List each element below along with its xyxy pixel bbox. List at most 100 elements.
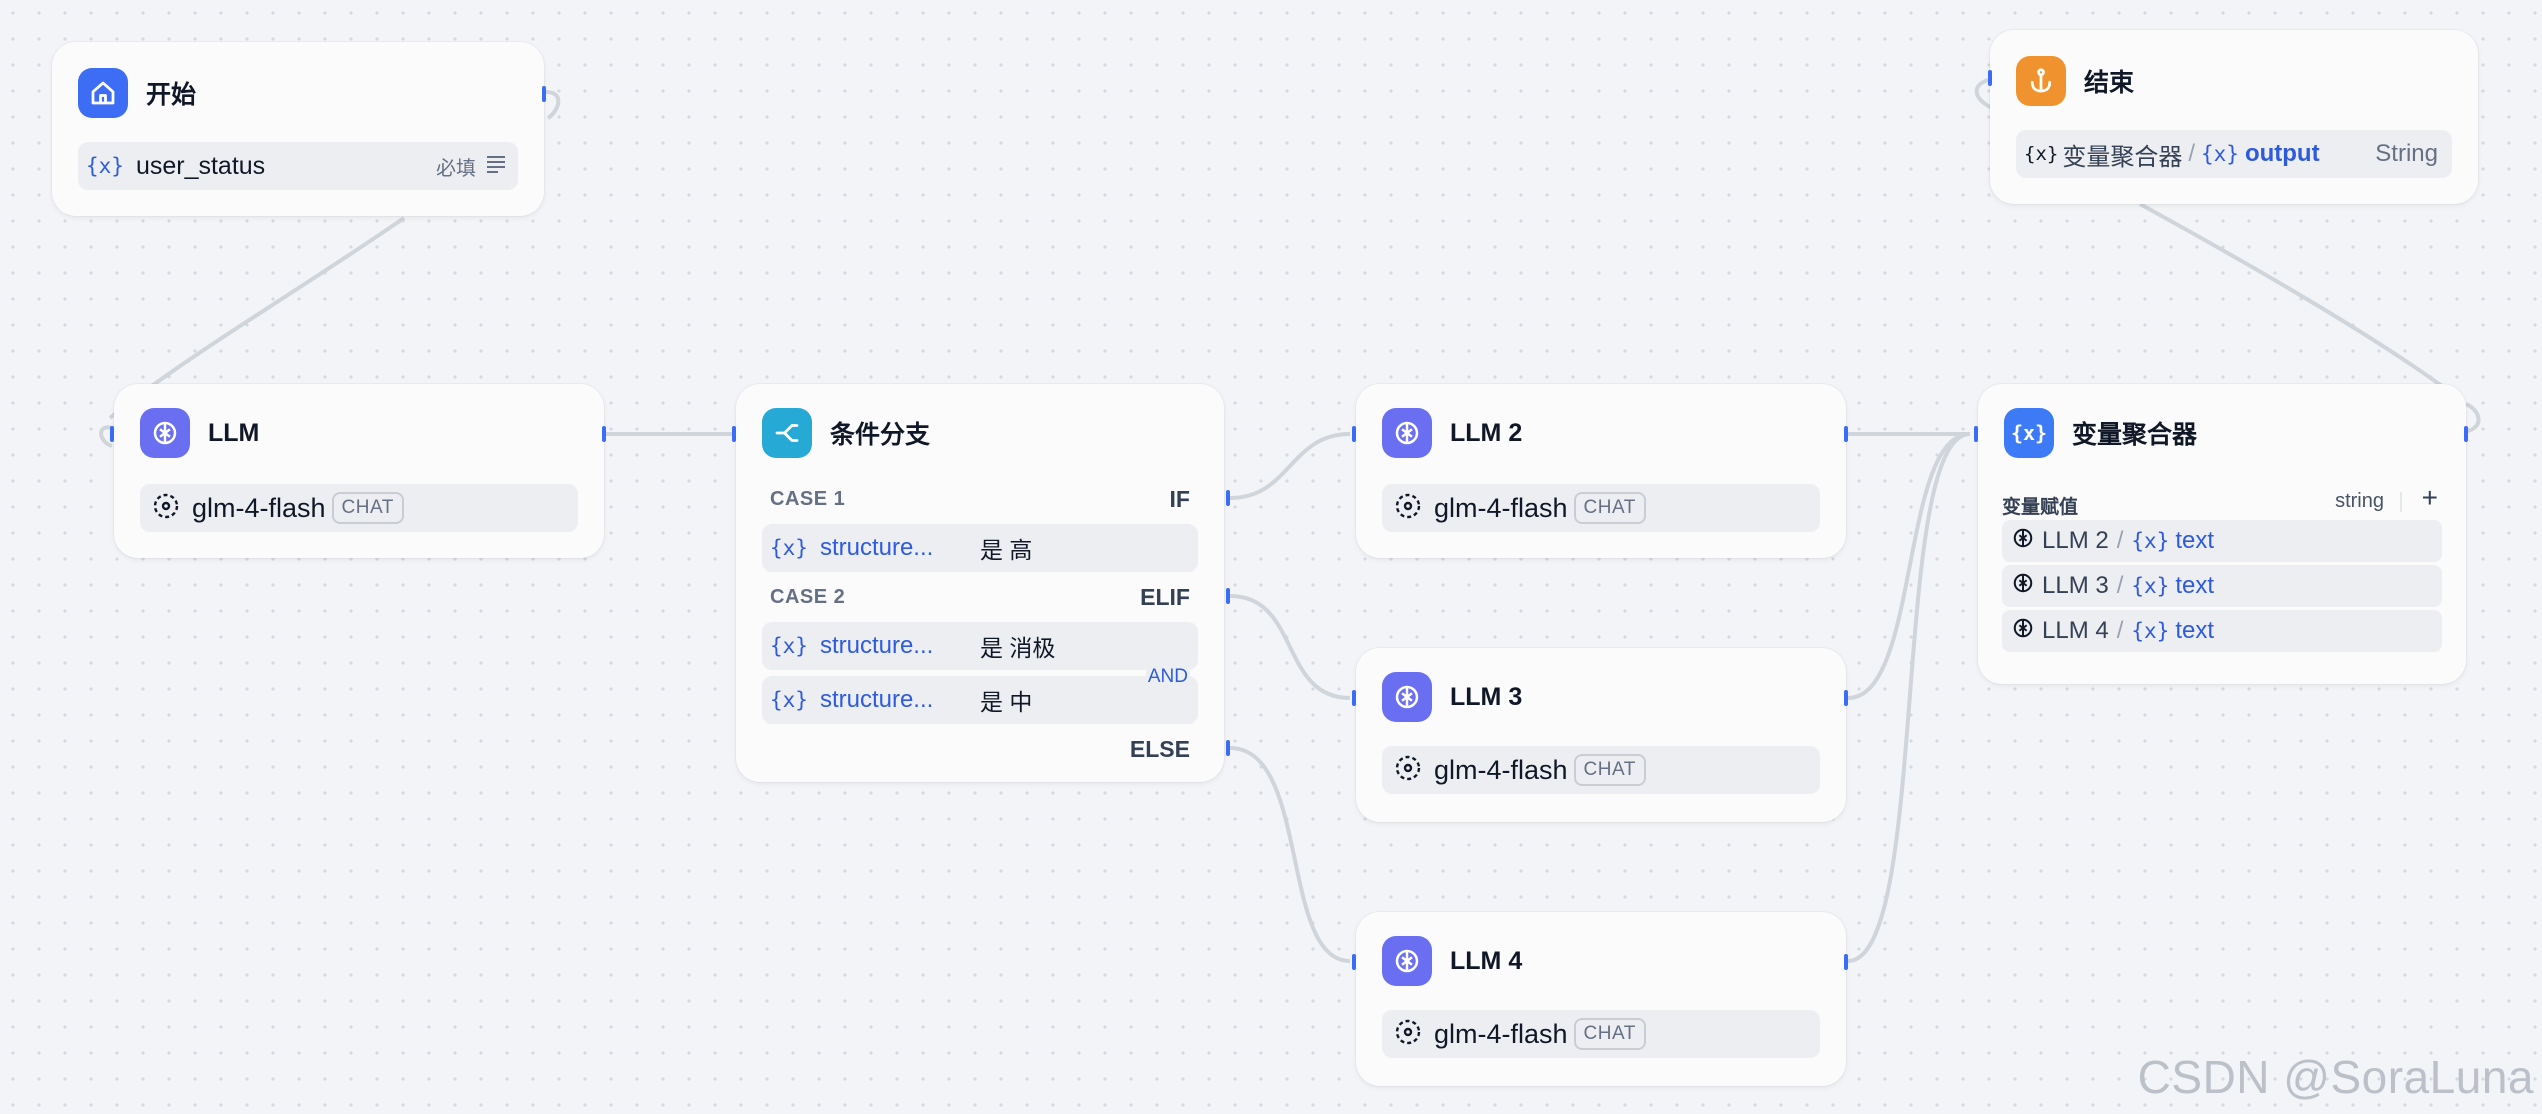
divider bbox=[2400, 492, 2402, 512]
watermark: CSDN @SoraLuna bbox=[2137, 1051, 2534, 1103]
edge-branch-else-llm4[interactable] bbox=[1229, 746, 1351, 963]
node-title: LLM bbox=[208, 418, 260, 447]
elif-label: ELIF bbox=[1140, 584, 1190, 610]
variable-icon: {x} bbox=[2004, 408, 2054, 458]
output-source: 变量聚合器 bbox=[2062, 143, 2183, 171]
condition-variable: structure... bbox=[819, 632, 934, 659]
start-node[interactable]: 开始 {x} user_status 必填 bbox=[52, 42, 546, 216]
llm2-node[interactable]: LLM 2 glm-4-flash CHAT bbox=[1352, 384, 1848, 558]
variable-icon: {x} bbox=[770, 536, 808, 560]
if-handle[interactable] bbox=[1226, 490, 1230, 506]
node-title: 条件分支 bbox=[830, 421, 931, 449]
end-node[interactable]: 结束 {x} 变量聚合器 / {x} output String bbox=[1988, 30, 2478, 204]
separator: / bbox=[2116, 572, 2124, 599]
end-output-row[interactable]: {x} 变量聚合器 / {x} output String bbox=[2016, 130, 2452, 178]
brain-icon bbox=[140, 408, 190, 458]
model-name: glm-4-flash bbox=[1434, 1018, 1568, 1049]
model-name: glm-4-flash bbox=[1434, 492, 1568, 523]
mode-badge: CHAT bbox=[1573, 492, 1646, 524]
aggregator-item[interactable]: LLM 3 / {x} text bbox=[2002, 565, 2442, 607]
condition-variable: structure... bbox=[819, 534, 934, 561]
item-node: LLM 2 bbox=[2042, 527, 2109, 554]
input-handle[interactable] bbox=[1974, 426, 1978, 442]
output-handle[interactable] bbox=[542, 86, 546, 102]
output-handle[interactable] bbox=[1844, 690, 1848, 706]
model-cube-icon bbox=[1394, 754, 1422, 787]
edge-agg-end[interactable] bbox=[2139, 202, 2452, 394]
output-name: output bbox=[2244, 140, 2320, 167]
aggregator-item[interactable]: LLM 4 / {x} text bbox=[2002, 610, 2442, 652]
variable-icon: {x} bbox=[770, 688, 808, 712]
model-selector[interactable]: glm-4-flash CHAT bbox=[1382, 746, 1820, 794]
edge-llm4-agg[interactable] bbox=[1847, 432, 1971, 963]
mode-badge: CHAT bbox=[1573, 754, 1646, 786]
node-title: 变量聚合器 bbox=[2072, 421, 2198, 449]
model-cube-icon bbox=[1394, 492, 1422, 525]
condition-row[interactable]: {x} structure... 是 消极 bbox=[762, 622, 1198, 670]
node-title: LLM 4 bbox=[1450, 946, 1523, 975]
brain-icon bbox=[2012, 527, 2034, 556]
variable-icon: {x} bbox=[770, 634, 808, 658]
brain-icon bbox=[2012, 572, 2034, 601]
llm4-node[interactable]: LLM 4 glm-4-flash CHAT bbox=[1352, 912, 1848, 1086]
node-title: LLM 2 bbox=[1450, 418, 1523, 447]
lines-icon bbox=[486, 155, 506, 178]
edge-llm3-agg[interactable] bbox=[1847, 432, 1971, 700]
model-name: glm-4-flash bbox=[192, 492, 326, 523]
llm-node[interactable]: LLM glm-4-flash CHAT bbox=[110, 384, 606, 558]
aggregator-item[interactable]: LLM 2 / {x} text bbox=[2002, 520, 2442, 562]
input-handle[interactable] bbox=[1352, 954, 1356, 970]
case2-label: CASE 2 bbox=[770, 586, 846, 608]
node-title: 开始 bbox=[146, 81, 197, 109]
input-handle[interactable] bbox=[1352, 690, 1356, 706]
node-title: 结束 bbox=[2084, 69, 2135, 97]
output-type: String bbox=[2375, 140, 2438, 167]
else-label: ELSE bbox=[1129, 736, 1190, 762]
case1-label: CASE 1 bbox=[770, 488, 846, 510]
variable-icon: {x} bbox=[2024, 143, 2059, 165]
required-label: 必填 bbox=[436, 157, 476, 180]
condition-row[interactable]: {x} structure... 是 高 bbox=[762, 524, 1198, 572]
input-handle[interactable] bbox=[1988, 70, 1992, 86]
condition-operator: 是 消极 bbox=[979, 635, 1056, 661]
item-node: LLM 3 bbox=[2042, 572, 2109, 599]
separator: / bbox=[2116, 527, 2124, 554]
brain-icon bbox=[1382, 408, 1432, 458]
add-variable-button[interactable]: + bbox=[2422, 482, 2438, 514]
edge-branch-if-llm2[interactable] bbox=[1229, 432, 1351, 500]
input-handle[interactable] bbox=[1352, 426, 1356, 442]
model-cube-icon bbox=[1394, 1018, 1422, 1051]
logic-operator-toggle[interactable]: AND bbox=[1145, 664, 1190, 690]
item-var: text bbox=[2175, 527, 2214, 554]
item-var: text bbox=[2175, 572, 2214, 599]
section-label: 变量赋值 bbox=[2002, 497, 2079, 518]
model-selector[interactable]: glm-4-flash CHAT bbox=[1382, 484, 1820, 532]
model-selector[interactable]: glm-4-flash CHAT bbox=[140, 484, 578, 532]
condition-branch-node[interactable]: 条件分支 CASE 1 IF {x} structure... 是 高 CASE… bbox=[732, 384, 1230, 782]
elif-handle[interactable] bbox=[1226, 588, 1230, 604]
output-handle[interactable] bbox=[1844, 954, 1848, 970]
variable-icon: {x} bbox=[2131, 619, 2170, 643]
output-handle[interactable] bbox=[2464, 426, 2468, 442]
edge-start-loop bbox=[545, 90, 561, 120]
home-icon bbox=[78, 68, 128, 118]
output-handle[interactable] bbox=[1844, 426, 1848, 442]
model-selector[interactable]: glm-4-flash CHAT bbox=[1382, 1010, 1820, 1058]
separator: / bbox=[2188, 140, 2195, 167]
branch-icon bbox=[762, 408, 812, 458]
input-handle[interactable] bbox=[110, 426, 114, 442]
variable-aggregator-node[interactable]: {x} 变量聚合器 变量赋值 string + LLM 2 / {x} text… bbox=[1974, 384, 2468, 684]
edge-branch-elif-llm3[interactable] bbox=[1229, 594, 1351, 700]
input-handle[interactable] bbox=[732, 426, 736, 442]
output-handle[interactable] bbox=[602, 426, 606, 442]
else-handle[interactable] bbox=[1226, 740, 1230, 756]
start-variable-row[interactable]: {x} user_status 必填 bbox=[78, 142, 518, 190]
brain-icon bbox=[2012, 617, 2034, 646]
mode-badge: CHAT bbox=[331, 492, 404, 524]
mode-badge: CHAT bbox=[1573, 1018, 1646, 1050]
condition-variable: structure... bbox=[819, 686, 934, 713]
condition-row[interactable]: {x} structure... 是 中 bbox=[762, 676, 1198, 724]
separator: / bbox=[2116, 617, 2124, 644]
llm3-node[interactable]: LLM 3 glm-4-flash CHAT bbox=[1352, 648, 1848, 822]
variable-icon: {x} bbox=[2201, 142, 2239, 166]
